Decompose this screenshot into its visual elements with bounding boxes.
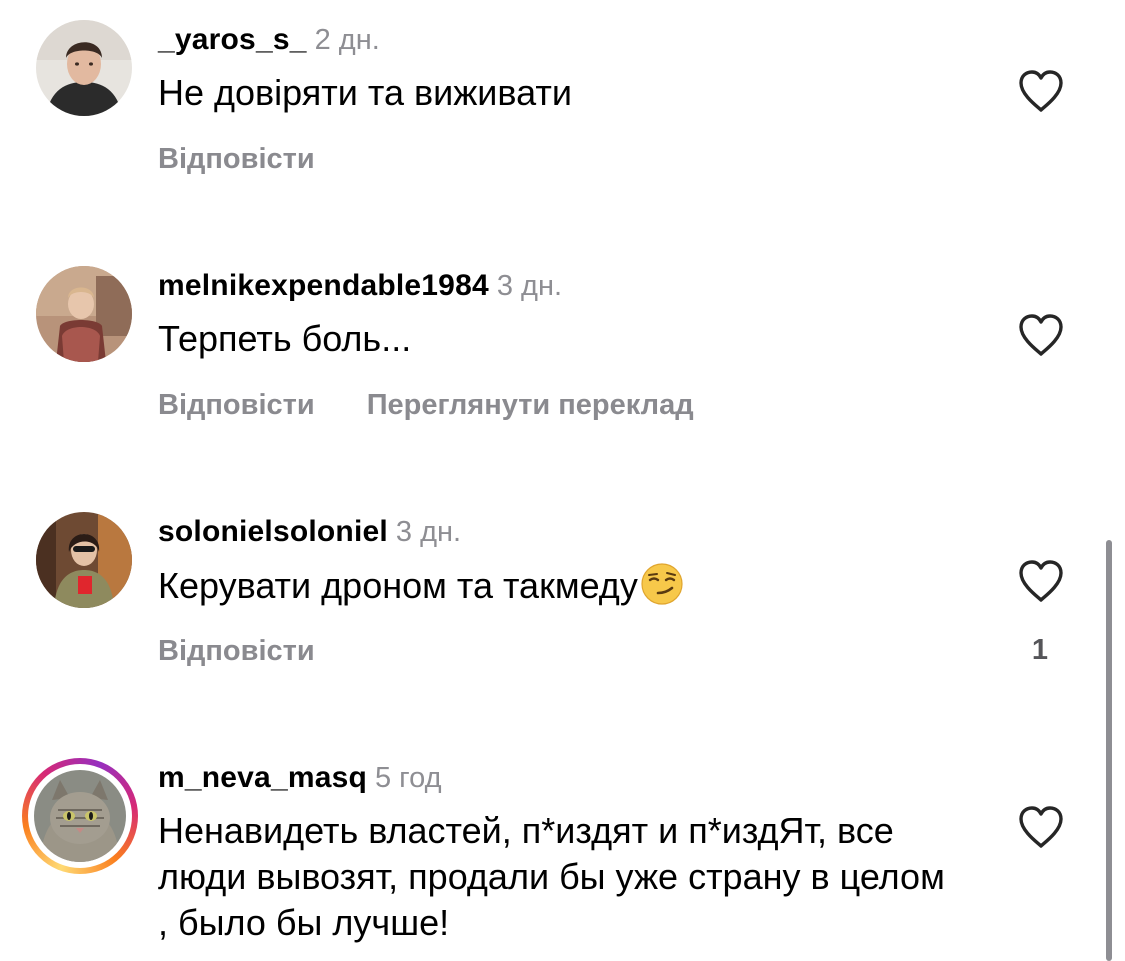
timestamp: 3 дн.	[395, 516, 462, 548]
comment-text: Терпеть боль...	[158, 318, 412, 359]
like-button[interactable]	[1016, 312, 1066, 358]
username[interactable]: melnikexpendable1984	[158, 269, 489, 302]
heart-outline-icon	[1019, 314, 1063, 356]
like-button[interactable]	[1016, 804, 1066, 850]
avatar[interactable]	[36, 266, 132, 362]
username[interactable]: m_neva_masq	[158, 761, 367, 794]
scrollbar[interactable]	[1106, 540, 1112, 961]
translate-button[interactable]: Переглянути переклад	[367, 389, 694, 421]
comment-meta: solonielsoloniel 3 дн.	[158, 514, 461, 550]
smirking-face-emoji	[641, 563, 683, 605]
like-button[interactable]	[1016, 68, 1066, 114]
avatar[interactable]	[34, 770, 126, 862]
comment-text: Керувати дроном та такмеду	[158, 562, 978, 609]
timestamp: 5 год	[375, 762, 442, 794]
comment-actions: Відповісти	[158, 141, 315, 177]
reply-button[interactable]: Відповісти	[158, 389, 315, 421]
like-button[interactable]	[1016, 558, 1066, 604]
heart-outline-icon	[1019, 70, 1063, 112]
comment-actions: Відповісти Переглянути переклад	[158, 387, 694, 423]
like-count: 1	[1031, 634, 1049, 666]
timestamp: 2 дн.	[314, 24, 380, 56]
comment-text: Ненавидеть властей, п*издят и п*издЯт, в…	[158, 810, 945, 943]
comment-meta: melnikexpendable1984 3 дн.	[158, 268, 562, 304]
username[interactable]: _yaros_s_	[158, 23, 307, 56]
reply-button[interactable]: Відповісти	[158, 143, 315, 175]
story-ring[interactable]	[22, 758, 138, 874]
avatar[interactable]	[36, 20, 132, 116]
timestamp: 3 дн.	[496, 270, 563, 302]
avatar[interactable]	[36, 512, 132, 608]
comment-actions: Відповісти	[158, 633, 315, 669]
username[interactable]: solonielsoloniel	[158, 515, 388, 548]
comment-text: Не довіряти та виживати	[158, 72, 572, 113]
heart-outline-icon	[1019, 806, 1063, 848]
heart-outline-icon	[1019, 560, 1063, 602]
comment-meta: m_neva_masq 5 год	[158, 760, 442, 796]
comment-text-content: Керувати дроном та такмеду	[158, 565, 638, 606]
reply-button[interactable]: Відповісти	[158, 635, 315, 667]
comment-meta: _yaros_s_ 2 дн.	[158, 22, 380, 58]
